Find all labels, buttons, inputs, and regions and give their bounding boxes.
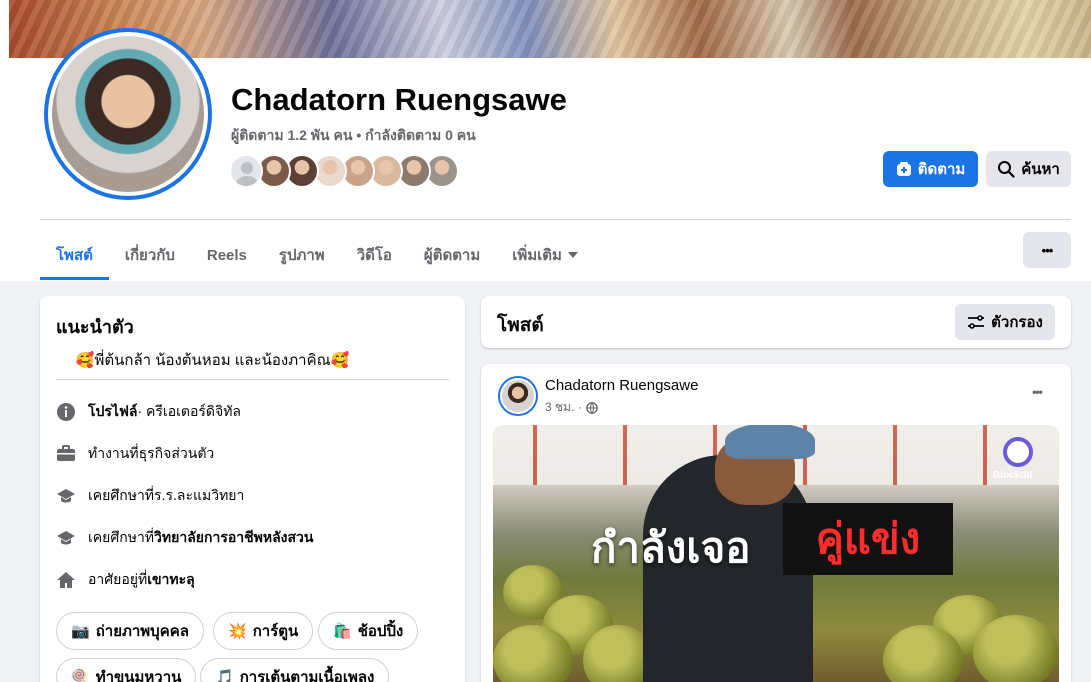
more-icon: ••• (1041, 242, 1054, 258)
chip-label: ทำขนมหวาน (95, 669, 182, 682)
media-watermark: Blockdit (993, 470, 1033, 481)
media-caption-white: กำลังเจอ (591, 524, 751, 571)
search-label: ค้นหา (1021, 161, 1060, 178)
header-divider (40, 219, 1071, 220)
info-row-work: ทำงานที่ ธุรกิจส่วนตัว (56, 443, 214, 465)
camera-icon: 📷 (71, 623, 90, 640)
info-profile-value: · ครีเอเตอร์ดิจิทัล (137, 403, 242, 419)
chip-label: ช้อปปิ้ง (357, 623, 404, 640)
info-row-home: อาศัยอยู่ที่ เขาทะลุ (56, 569, 195, 591)
avatar-image (52, 36, 204, 192)
hobby-chip-portrait[interactable]: 📷 ถ่ายภาพบุคคล (56, 612, 204, 650)
collision-icon: 💥 (228, 623, 247, 640)
tab-reels[interactable]: Reels (191, 230, 263, 280)
follower-avatar[interactable] (229, 154, 263, 188)
follow-button[interactable]: ติดตาม (883, 151, 978, 187)
media-caption-red: คู่แข่ง (783, 503, 953, 575)
chip-label: การ์ตูน (252, 623, 299, 640)
home-icon (56, 570, 76, 590)
info-icon (56, 402, 76, 422)
intro-divider (56, 379, 449, 380)
filter-icon (968, 315, 985, 329)
hobby-chip-cartoon[interactable]: 💥 การ์ตูน (213, 612, 314, 650)
info-work-prefix: ทำงานที่ (88, 445, 139, 461)
caret-down-icon (567, 252, 578, 258)
lollipop-icon: 🍭 (71, 669, 90, 682)
post-media[interactable]: Blockdit กำลังเจอ คู่แข่ง (493, 425, 1059, 682)
tab-posts[interactable]: โพสต์ (40, 230, 109, 280)
follow-label: ติดตาม (917, 161, 966, 178)
tab-photos[interactable]: รูปภาพ (263, 230, 341, 280)
follower-stats[interactable]: ผู้ติดตาม 1.2 พัน คน • กำลังติดตาม 0 คน (231, 125, 476, 147)
tab-more[interactable]: เพิ่มเติม (496, 230, 594, 280)
post-author-name[interactable]: Chadatorn Ruengsawe (545, 377, 698, 394)
briefcase-icon (56, 444, 76, 464)
info-profile-prefix: โปรไฟล์ (88, 403, 138, 419)
info-home-value[interactable]: เขาทะลุ (147, 569, 195, 591)
info-row-profile: โปรไฟล์ · ครีเอเตอร์ดิจิทัล (56, 401, 241, 423)
filter-label: ตัวกรอง (991, 314, 1043, 331)
post-more-button[interactable]: ••• (1022, 380, 1052, 408)
info-college-value[interactable]: วิทยาลัยการอาชีพหลังสวน (154, 527, 313, 549)
profile-header: Chadatorn Ruengsawe ผู้ติดตาม 1.2 พัน คน… (0, 0, 1091, 281)
info-row-college: เคยศึกษาที่ วิทยาลัยการอาชีพหลังสวน (56, 527, 313, 549)
info-school-prefix: เคยศึกษาที่ (88, 487, 155, 503)
follow-icon (896, 162, 911, 176)
posts-title: โพสต์ (497, 315, 544, 336)
post-time-text: 3 ชม. · (545, 400, 582, 414)
follower-avatars (229, 154, 459, 188)
filter-button[interactable]: ตัวกรอง (955, 304, 1055, 340)
profile-name: Chadatorn Ruengsawe (231, 82, 567, 117)
durian-shape (973, 615, 1058, 682)
media-person-cap (725, 425, 815, 459)
hobby-chip-shopping[interactable]: 🛍️ ช้อปปิ้ง (318, 612, 419, 650)
shopping-bags-icon: 🛍️ (333, 623, 352, 640)
tab-videos[interactable]: วิดีโอ (341, 230, 408, 280)
hobby-chip-dance[interactable]: 🎵 การเต้นตามเนื้อเพลง (200, 658, 390, 682)
info-row-school: เคยศึกษาที่ ร.ร.ละแมวิทยา (56, 485, 244, 507)
hobby-chip-dessert[interactable]: 🍭 ทำขนมหวาน (56, 658, 197, 682)
tab-followers[interactable]: ผู้ติดตาม (408, 230, 496, 280)
chip-label: การเต้นตามเนื้อเพลง (239, 669, 375, 682)
intro-title: แนะนำตัว (56, 317, 134, 337)
tab-about[interactable]: เกี่ยวกับ (109, 230, 191, 280)
profile-tabs: โพสต์ เกี่ยวกับ Reels รูปภาพ วิดีโอ ผู้ต… (40, 230, 594, 280)
info-work-value[interactable]: ธุรกิจส่วนตัว (139, 443, 215, 465)
chip-label: ถ่ายภาพบุคคล (95, 623, 189, 640)
more-options-button[interactable]: ••• (1023, 232, 1071, 268)
more-icon: ••• (1032, 385, 1043, 399)
music-note-icon: 🎵 (215, 669, 234, 682)
blockdit-logo-icon (1003, 437, 1033, 467)
post-timestamp[interactable]: 3 ชม. · (545, 398, 598, 417)
graduation-cap-icon (56, 486, 76, 506)
graduation-cap-icon (56, 528, 76, 548)
search-button[interactable]: ค้นหา (986, 151, 1071, 187)
profile-avatar[interactable] (44, 28, 212, 200)
search-icon (998, 161, 1015, 178)
post-author-avatar[interactable] (498, 376, 538, 416)
globe-icon (585, 401, 598, 414)
info-college-prefix: เคยศึกษาที่ (88, 529, 155, 545)
info-home-prefix: อาศัยอยู่ที่ (88, 571, 148, 587)
info-school-value[interactable]: ร.ร.ละแมวิทยา (154, 485, 244, 507)
intro-bio: 🥰พี่ต้นกล้า น้องต้นหอม และน้องภาคิณ🥰 (75, 352, 350, 369)
